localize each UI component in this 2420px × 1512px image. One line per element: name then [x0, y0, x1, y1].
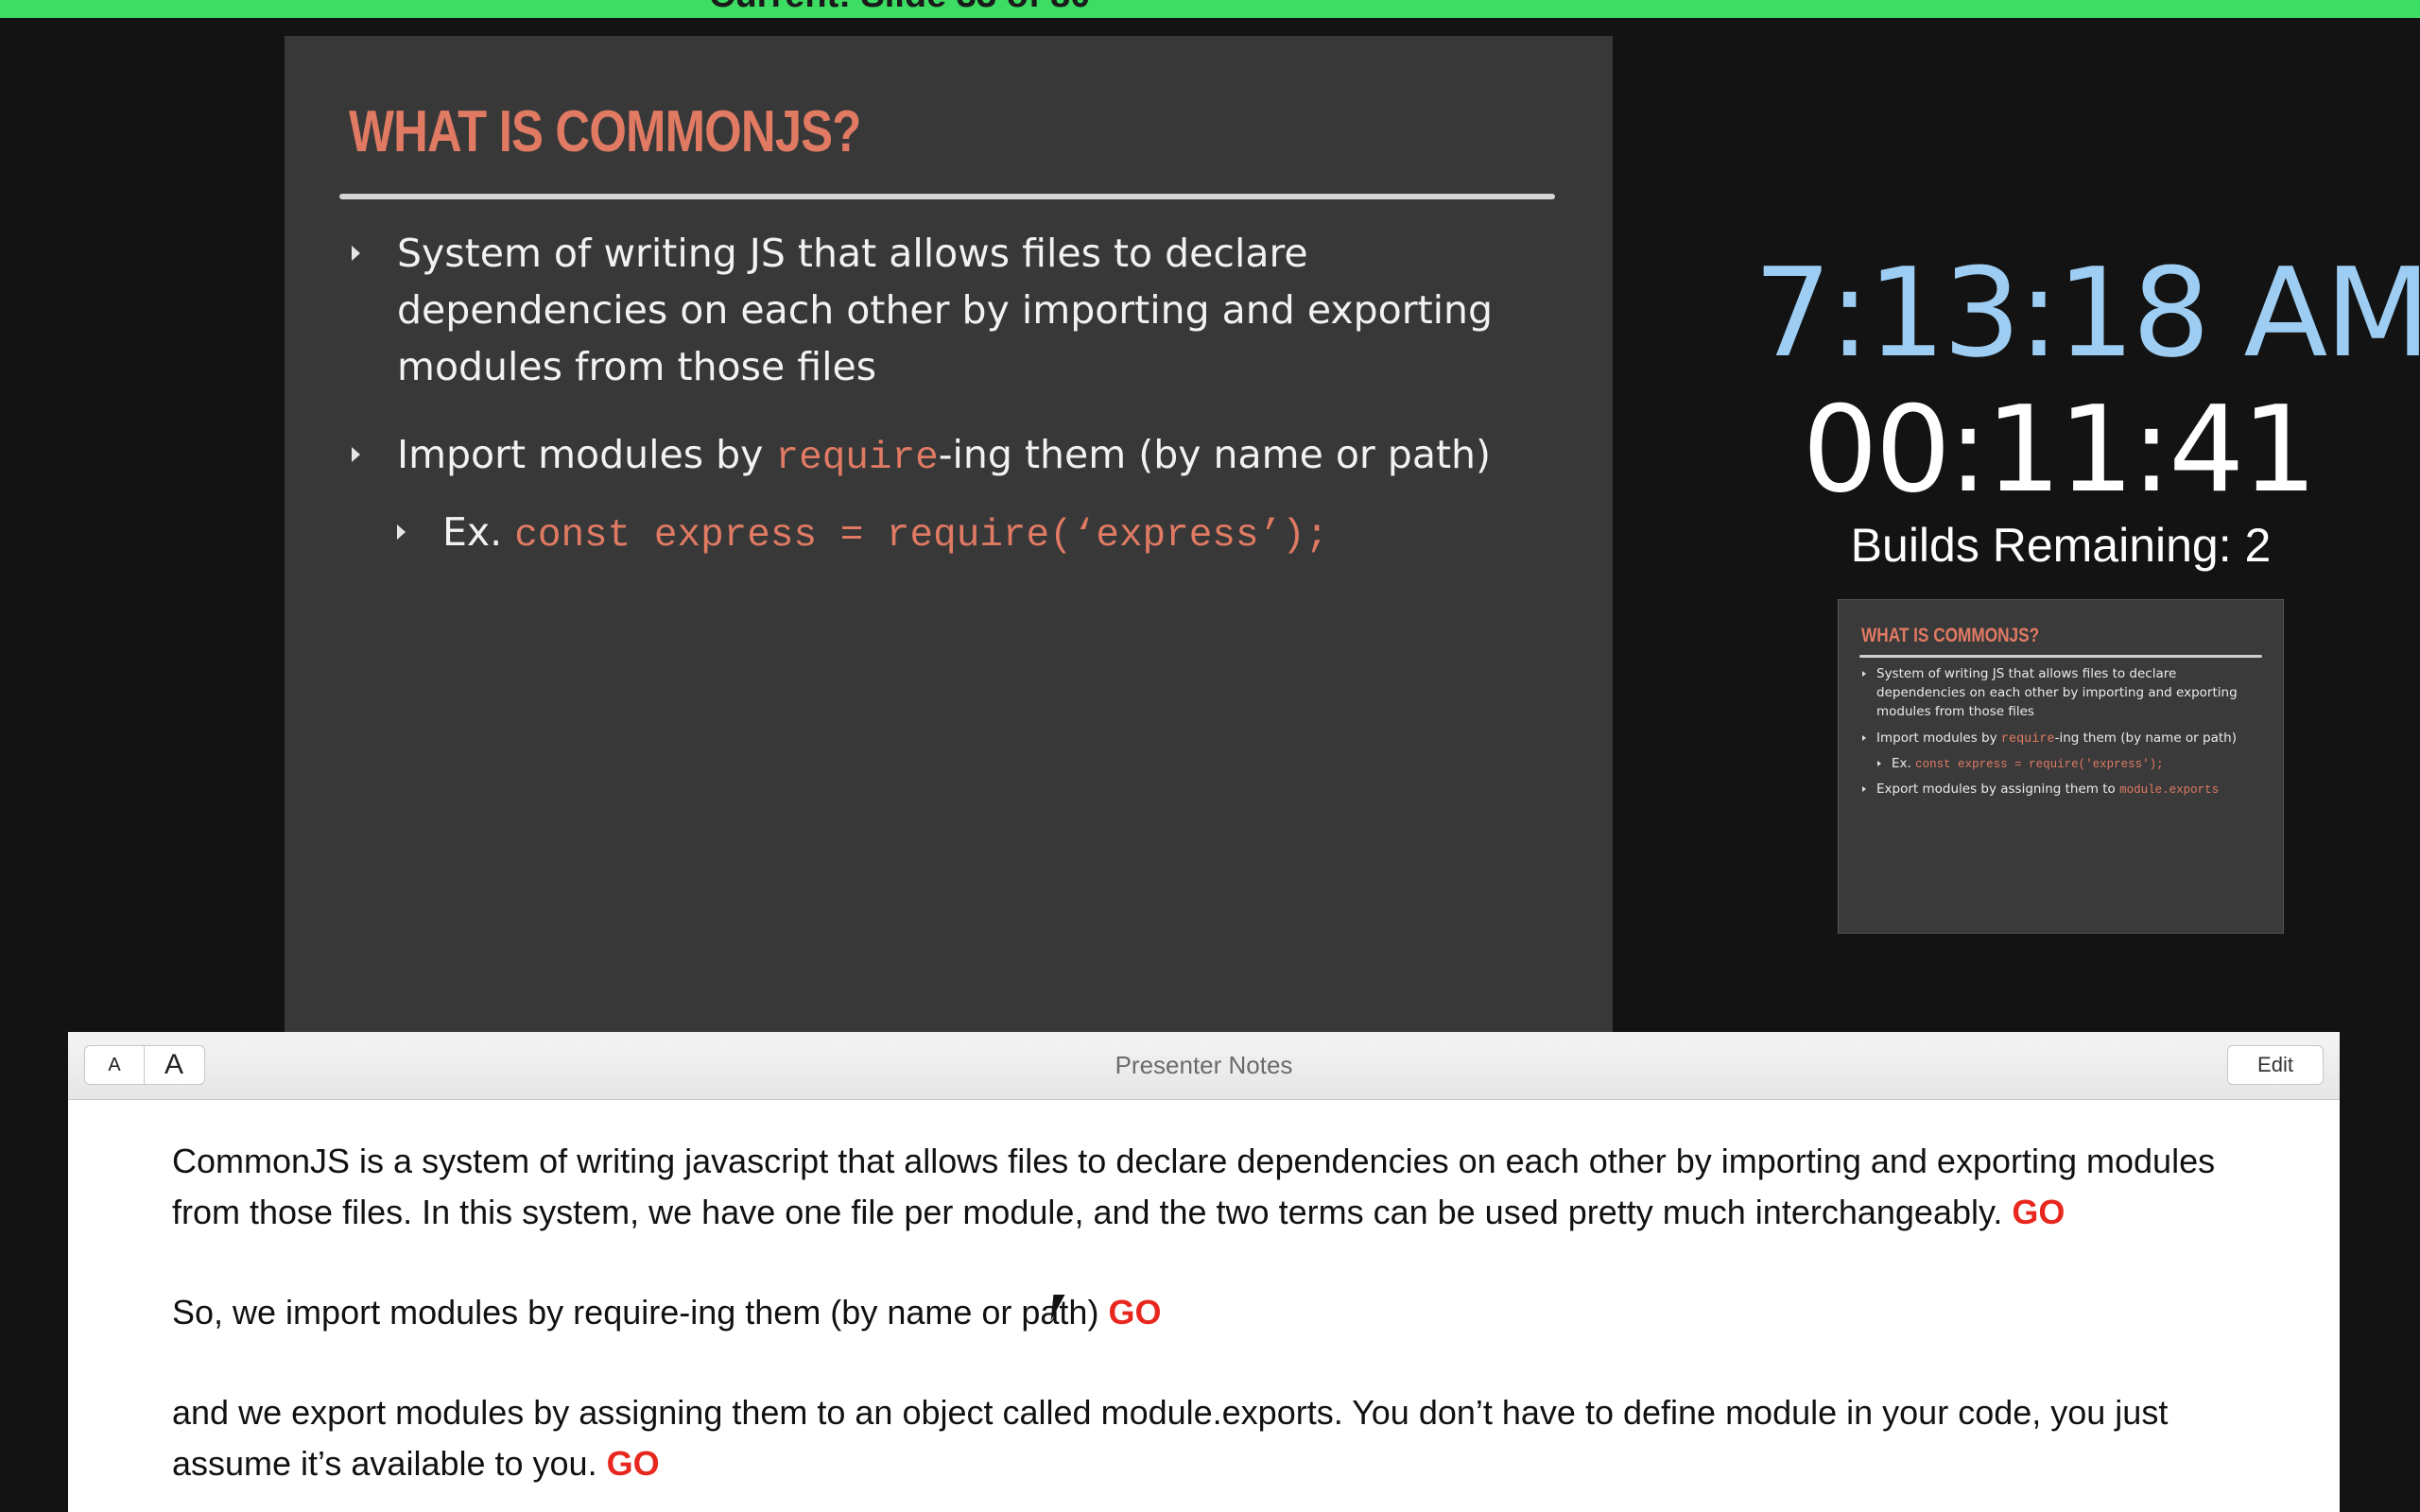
note-paragraph: So, we import modules by require-ing the… [172, 1287, 2280, 1338]
bullet-triangle-icon [1877, 761, 1881, 766]
bullet-code: require [775, 437, 939, 480]
note-text: CommonJS is a system of writing javascri… [172, 1142, 2216, 1231]
current-slide: WHAT IS COMMONJS? System of writing JS t… [285, 36, 1613, 1032]
bullet-code: require [2000, 732, 2055, 747]
note-paragraph: CommonJS is a system of writing javascri… [172, 1136, 2280, 1238]
elapsed-timer[interactable]: 00:11:41 [1801, 380, 2318, 519]
go-marker: GO [1108, 1293, 1162, 1332]
bullet-triangle-icon [397, 524, 406, 540]
next-slide-sub-bullet: Ex. const express = require('express'); [1877, 754, 2270, 774]
slide-sub-bullet: Ex. const express = require(‘express’); [397, 504, 1577, 564]
go-marker: GO [2012, 1193, 2066, 1231]
presenter-status-bar: Current: Slide 33 of 80 [0, 0, 2420, 18]
presenter-notes-panel: A A Presenter Notes Edit CommonJS is a s… [68, 1032, 2340, 1512]
title-divider [339, 194, 1555, 199]
slide-bullet: Import modules by require-ing them (by n… [352, 426, 1579, 487]
next-slide-bullet: System of writing JS that allows files t… [1862, 664, 2264, 721]
bullet-triangle-icon [1862, 671, 1866, 677]
builds-remaining: Builds Remaining: 2 [1850, 519, 2272, 572]
bullet-code: const express = require('express'); [1915, 758, 2164, 771]
note-text: and we export modules by assigning them … [172, 1393, 2169, 1483]
bullet-text: Export modules by assigning them to [1876, 782, 2120, 797]
edit-notes-button[interactable]: Edit [2227, 1045, 2324, 1085]
bullet-text: Ex. [1892, 756, 1916, 771]
bullet-text: System of writing JS that allows files t… [1876, 666, 2238, 719]
notes-title: Presenter Notes [1115, 1051, 1293, 1079]
slide-counter: Current: Slide 33 of 80 [709, 0, 1090, 16]
bullet-text: Import modules by [1876, 730, 2001, 746]
bullet-text: -ing them (by name or path) [2054, 730, 2237, 746]
note-text: So, we import modules by require-ing the… [172, 1293, 1109, 1332]
notes-text-area[interactable]: CommonJS is a system of writing javascri… [172, 1136, 2280, 1512]
next-slide-bullet: Import modules by require-ing them (by n… [1862, 729, 2273, 749]
bullet-text: -ing them (by name or path) [938, 432, 1492, 477]
slide-title: WHAT IS COMMONJS? [349, 99, 861, 164]
next-slide-divider [1859, 655, 2262, 658]
go-marker: GO [606, 1444, 660, 1483]
bullet-code: const express = require(‘express’); [514, 514, 1329, 558]
note-paragraph: and we export modules by assigning them … [172, 1387, 2280, 1489]
next-slide-preview[interactable]: WHAT IS COMMONJS? System of writing JS t… [1838, 599, 2284, 934]
bullet-triangle-icon [1862, 735, 1866, 741]
next-slide-title: WHAT IS COMMONJS? [1861, 625, 2040, 646]
slide-bullet: System of writing JS that allows files t… [352, 225, 1550, 395]
notes-toolbar: A A Presenter Notes Edit [68, 1032, 2340, 1100]
bullet-code: module.exports [2119, 783, 2220, 797]
next-slide-bullet: Export modules by assigning them to modu… [1862, 780, 2273, 799]
bullet-text: System of writing JS that allows files t… [397, 231, 1494, 389]
bullet-triangle-icon [352, 447, 360, 462]
bullet-triangle-icon [352, 246, 360, 261]
bullet-text: Import modules by [397, 432, 776, 477]
bullet-triangle-icon [1862, 786, 1866, 792]
bullet-text: Ex. [442, 509, 515, 555]
current-time: 7:13:18 AM [1754, 241, 2420, 385]
